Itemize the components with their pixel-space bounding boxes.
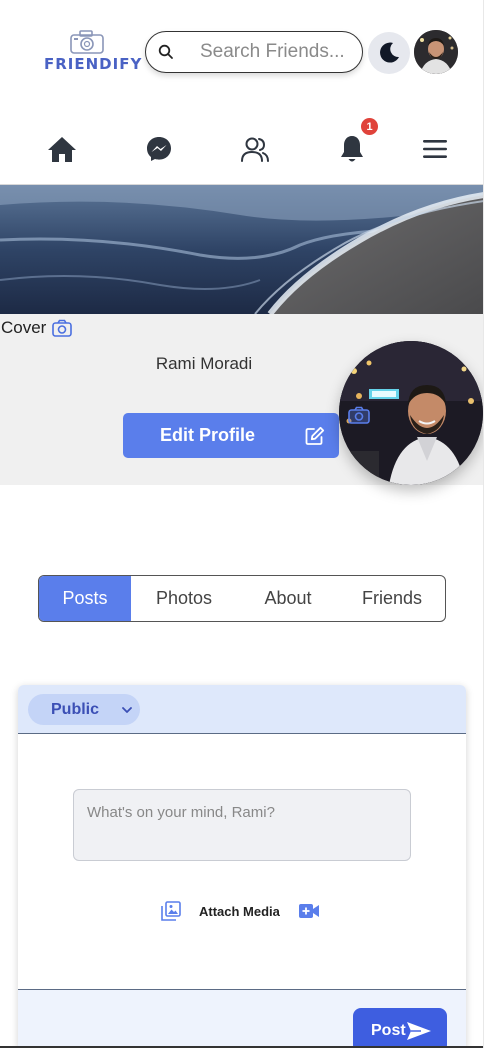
video-upload-icon[interactable] <box>298 903 319 919</box>
nav-home[interactable] <box>44 131 80 167</box>
search-bar[interactable] <box>145 31 363 73</box>
hamburger-menu-icon <box>423 140 447 158</box>
friends-icon <box>241 137 269 162</box>
cover-photo[interactable] <box>0 185 484 314</box>
search-input[interactable] <box>200 41 360 63</box>
edit-profile-button[interactable]: Edit Profile <box>123 413 339 458</box>
composer-footer: Post <box>18 989 466 1048</box>
notification-badge: 1 <box>361 118 378 135</box>
change-avatar-camera-icon[interactable] <box>348 406 370 424</box>
composer-header: Public <box>18 685 466 734</box>
tab-friends[interactable]: Friends <box>339 576 445 621</box>
home-icon <box>48 137 76 162</box>
user-avatar[interactable] <box>414 30 458 74</box>
change-cover-button[interactable]: Cover <box>1 318 73 338</box>
camera-logo-icon <box>70 30 104 54</box>
top-header: FRIENDIFY <box>0 0 484 105</box>
tab-posts[interactable]: Posts <box>39 576 131 621</box>
tab-about[interactable]: About <box>237 576 339 621</box>
app-logo[interactable]: FRIENDIFY <box>44 30 143 80</box>
send-icon <box>406 1021 431 1040</box>
nav-notifications[interactable] <box>334 131 370 167</box>
messenger-icon <box>147 137 171 161</box>
post-composer: Public What's on your mind, Rami? Attach… <box>18 685 466 1048</box>
attach-media-label[interactable]: Attach Media <box>199 904 280 919</box>
dark-mode-toggle[interactable] <box>368 32 410 74</box>
post-textarea[interactable]: What's on your mind, Rami? <box>73 789 411 861</box>
nav-messenger[interactable] <box>141 131 177 167</box>
cover-label: Cover <box>1 318 47 337</box>
chevron-down-icon <box>122 706 132 713</box>
search-icon <box>146 32 186 72</box>
nav-friends[interactable] <box>237 131 273 167</box>
image-upload-icon[interactable] <box>161 901 181 921</box>
attach-media: Attach Media <box>161 900 319 922</box>
main-nav <box>0 105 484 185</box>
nav-menu[interactable] <box>417 131 453 167</box>
moon-icon <box>380 42 399 63</box>
privacy-select[interactable]: Public <box>28 694 140 725</box>
edit-icon <box>305 426 325 445</box>
privacy-value: Public <box>51 700 100 718</box>
post-button-label: Post <box>371 1021 406 1039</box>
app-logo-text: FRIENDIFY <box>44 55 143 73</box>
bell-icon <box>341 136 363 162</box>
profile-name: Rami Moradi <box>155 354 253 373</box>
camera-icon <box>52 319 73 337</box>
profile-tabs: Posts Photos About Friends <box>38 575 446 622</box>
post-button[interactable]: Post <box>353 1008 447 1048</box>
edit-profile-label: Edit Profile <box>160 425 256 445</box>
tab-photos[interactable]: Photos <box>131 576 237 621</box>
